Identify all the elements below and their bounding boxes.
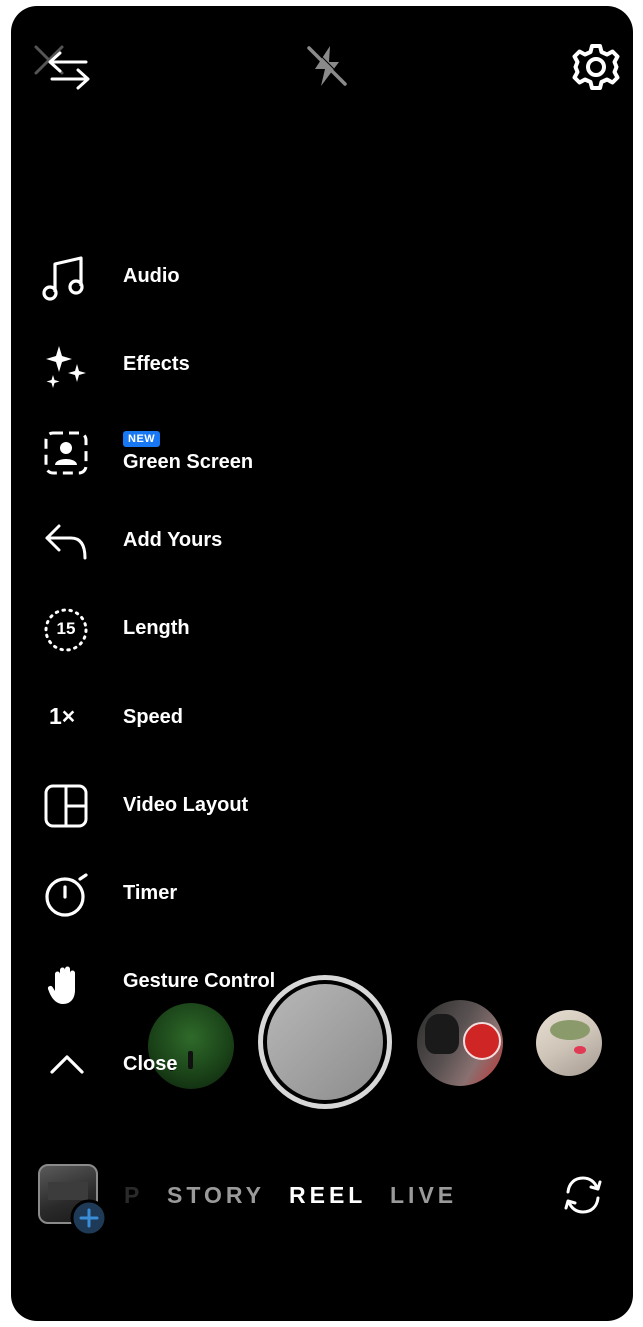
length-value: 15 bbox=[56, 619, 76, 638]
new-badge: NEW bbox=[123, 431, 161, 447]
mode-reel[interactable]: REEL bbox=[289, 1182, 366, 1209]
sparkles-icon[interactable] bbox=[41, 342, 91, 390]
menu-item-length[interactable]: Length bbox=[123, 617, 190, 640]
green-screen-icon[interactable] bbox=[43, 430, 89, 476]
menu-item-close[interactable]: Close bbox=[123, 1053, 177, 1076]
gear-icon[interactable] bbox=[571, 42, 621, 92]
camera-screen: Audio Effects NEW Green Screen Add Yours… bbox=[11, 6, 633, 1321]
menu-item-video-layout[interactable]: Video Layout bbox=[123, 794, 248, 817]
effect-thumbnail-selfie[interactable] bbox=[536, 1010, 602, 1076]
flash-off-icon[interactable] bbox=[303, 42, 351, 90]
music-note-icon[interactable] bbox=[41, 254, 87, 302]
menu-item-speed[interactable]: Speed bbox=[123, 706, 183, 729]
mode-live[interactable]: LIVE bbox=[390, 1182, 457, 1209]
menu-item-effects[interactable]: Effects bbox=[123, 353, 190, 376]
effect-thumbnail-anime[interactable] bbox=[417, 1000, 503, 1086]
reply-arrow-icon[interactable] bbox=[43, 522, 89, 562]
swap-arrows-icon[interactable] bbox=[46, 50, 92, 90]
speed-icon[interactable]: 1× bbox=[49, 703, 75, 730]
menu-item-gesture-control[interactable]: Gesture Control bbox=[123, 970, 275, 993]
flip-camera-icon[interactable] bbox=[560, 1172, 606, 1218]
menu-item-timer[interactable]: Timer bbox=[123, 882, 177, 905]
effect-thumbnail-green[interactable] bbox=[148, 1003, 234, 1089]
menu-item-add-yours[interactable]: Add Yours bbox=[123, 529, 222, 552]
hand-icon[interactable] bbox=[47, 964, 87, 1006]
stopwatch-icon[interactable] bbox=[43, 871, 91, 919]
add-plus-icon[interactable] bbox=[69, 1198, 109, 1238]
menu-item-green-screen[interactable]: Green Screen bbox=[123, 451, 253, 474]
mode-post-partial[interactable]: P bbox=[124, 1182, 143, 1209]
layout-icon[interactable] bbox=[43, 783, 89, 829]
mode-story[interactable]: STORY bbox=[167, 1182, 265, 1209]
menu-item-audio[interactable]: Audio bbox=[123, 265, 180, 288]
length-timer-icon[interactable]: 15 bbox=[43, 607, 89, 653]
shutter-button[interactable] bbox=[258, 975, 392, 1109]
chevron-up-icon[interactable] bbox=[49, 1052, 85, 1076]
